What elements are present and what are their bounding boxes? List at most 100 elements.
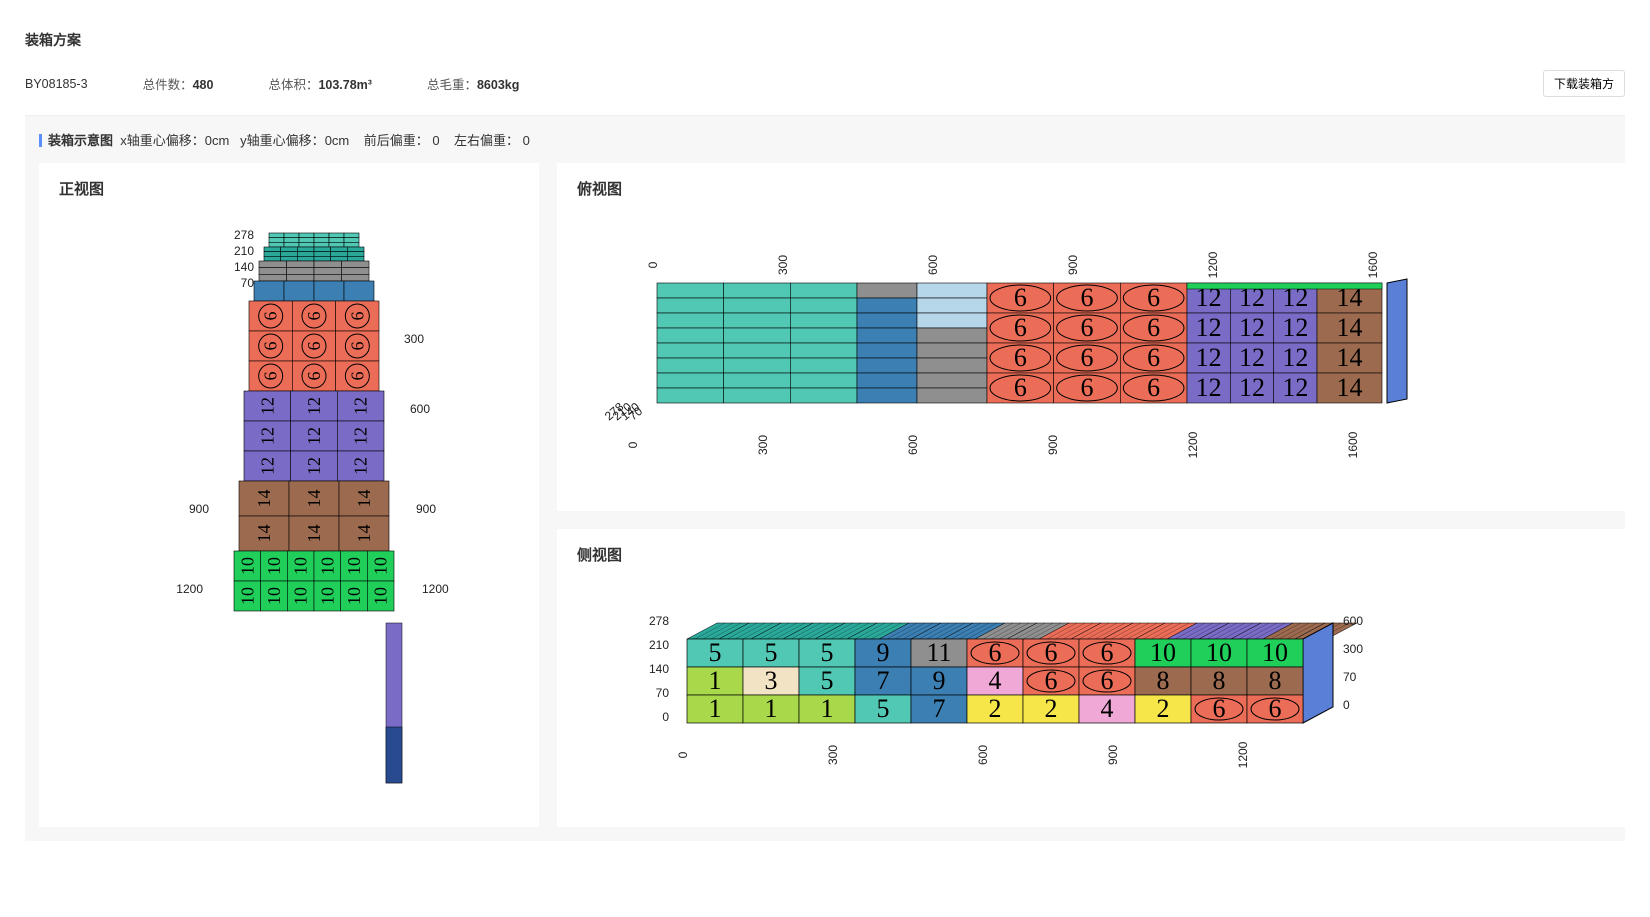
svg-text:6: 6 — [304, 312, 324, 321]
svg-text:14: 14 — [354, 525, 374, 543]
svg-text:6: 6 — [1147, 373, 1160, 402]
svg-text:12: 12 — [1282, 343, 1308, 372]
svg-text:12: 12 — [1239, 343, 1265, 372]
side-view-title: 侧视图 — [577, 544, 1627, 565]
svg-text:6: 6 — [1213, 694, 1226, 723]
svg-text:1: 1 — [709, 666, 722, 695]
svg-text:6: 6 — [1147, 343, 1160, 372]
svg-text:10: 10 — [317, 587, 337, 605]
top-view-diagram: 0300600900120016006666666666661212121212… — [577, 213, 1627, 503]
svg-text:9: 9 — [877, 638, 890, 667]
svg-text:12: 12 — [351, 427, 371, 445]
svg-text:6: 6 — [304, 342, 324, 351]
svg-text:10: 10 — [344, 557, 364, 575]
svg-text:140: 140 — [234, 260, 254, 274]
svg-text:6: 6 — [304, 372, 324, 381]
svg-text:12: 12 — [257, 457, 277, 475]
svg-text:1200: 1200 — [422, 582, 449, 596]
stat-volume: 总体积：103.78m³ — [268, 74, 372, 93]
svg-text:600: 600 — [410, 402, 430, 416]
svg-text:6: 6 — [1014, 373, 1027, 402]
svg-text:10: 10 — [1262, 638, 1288, 667]
svg-text:10: 10 — [371, 557, 391, 575]
svg-text:900: 900 — [1066, 255, 1080, 275]
svg-text:900: 900 — [1106, 745, 1120, 765]
svg-text:70: 70 — [241, 276, 255, 290]
svg-text:4: 4 — [989, 666, 1002, 695]
svg-text:10: 10 — [1150, 638, 1176, 667]
svg-text:12: 12 — [351, 397, 371, 415]
svg-text:1200: 1200 — [1186, 431, 1200, 458]
page-title: 装箱方案 — [25, 30, 1625, 50]
svg-text:8: 8 — [1269, 666, 1282, 695]
svg-text:600: 600 — [1343, 614, 1363, 628]
svg-text:0: 0 — [626, 441, 640, 448]
svg-text:210: 210 — [234, 244, 254, 258]
svg-text:1: 1 — [709, 694, 722, 723]
svg-text:12: 12 — [304, 397, 324, 415]
svg-text:6: 6 — [1101, 638, 1114, 667]
svg-text:1: 1 — [765, 694, 778, 723]
svg-text:6: 6 — [1147, 283, 1160, 312]
svg-text:6: 6 — [1101, 666, 1114, 695]
svg-text:14: 14 — [354, 490, 374, 508]
svg-text:5: 5 — [765, 638, 778, 667]
svg-text:1200: 1200 — [176, 582, 203, 596]
svg-text:6: 6 — [261, 372, 281, 381]
svg-text:5: 5 — [877, 694, 890, 723]
svg-text:6: 6 — [261, 342, 281, 351]
svg-text:10: 10 — [371, 587, 391, 605]
svg-text:12: 12 — [1239, 313, 1265, 342]
svg-text:12: 12 — [257, 427, 277, 445]
side-view-diagram: 5559116661010101357946688811157224266278… — [577, 579, 1627, 819]
front-view-card: 正视图 278210140706666666661212121212121212… — [39, 163, 539, 827]
svg-text:210: 210 — [649, 638, 669, 652]
front-view-title: 正视图 — [59, 178, 519, 199]
svg-text:10: 10 — [237, 587, 257, 605]
svg-text:300: 300 — [1343, 642, 1363, 656]
svg-text:12: 12 — [304, 457, 324, 475]
svg-text:2: 2 — [1045, 694, 1058, 723]
svg-text:6: 6 — [1014, 283, 1027, 312]
svg-text:900: 900 — [1046, 435, 1060, 455]
svg-text:9: 9 — [933, 666, 946, 695]
svg-text:14: 14 — [1337, 373, 1363, 402]
side-view-card: 侧视图 555911666101010135794668881115722426… — [557, 529, 1647, 827]
svg-text:10: 10 — [344, 587, 364, 605]
svg-text:900: 900 — [189, 502, 209, 516]
svg-text:7: 7 — [933, 694, 946, 723]
svg-text:0: 0 — [676, 751, 690, 758]
svg-text:10: 10 — [264, 557, 284, 575]
svg-text:6: 6 — [347, 372, 367, 381]
download-button[interactable]: 下载装箱方 — [1543, 70, 1625, 97]
svg-text:12: 12 — [1282, 373, 1308, 402]
svg-text:300: 300 — [826, 745, 840, 765]
svg-text:3: 3 — [765, 666, 778, 695]
svg-text:278: 278 — [649, 614, 669, 628]
schematic-header: 装箱示意图 x轴重心偏移：0cm y轴重心偏移：0cm 前后偏重： 0 左右偏重… — [25, 115, 1625, 163]
svg-text:14: 14 — [304, 490, 324, 508]
svg-text:278: 278 — [234, 228, 254, 242]
svg-text:10: 10 — [317, 557, 337, 575]
svg-text:12: 12 — [257, 397, 277, 415]
svg-text:12: 12 — [1282, 313, 1308, 342]
container-id: BY08185-3 — [25, 77, 88, 91]
svg-text:6: 6 — [1081, 313, 1094, 342]
svg-text:14: 14 — [254, 490, 274, 508]
svg-text:10: 10 — [237, 557, 257, 575]
svg-text:12: 12 — [1196, 373, 1222, 402]
svg-text:70: 70 — [656, 686, 670, 700]
svg-text:1600: 1600 — [1346, 431, 1360, 458]
svg-text:6: 6 — [261, 312, 281, 321]
svg-text:6: 6 — [347, 342, 367, 351]
svg-text:14: 14 — [304, 525, 324, 543]
svg-text:5: 5 — [821, 638, 834, 667]
svg-text:70: 70 — [1343, 670, 1357, 684]
svg-text:10: 10 — [291, 587, 311, 605]
svg-text:2: 2 — [989, 694, 1002, 723]
svg-text:6: 6 — [1014, 313, 1027, 342]
svg-text:0: 0 — [662, 710, 669, 724]
svg-text:12: 12 — [304, 427, 324, 445]
svg-text:600: 600 — [906, 435, 920, 455]
svg-text:2: 2 — [1157, 694, 1170, 723]
